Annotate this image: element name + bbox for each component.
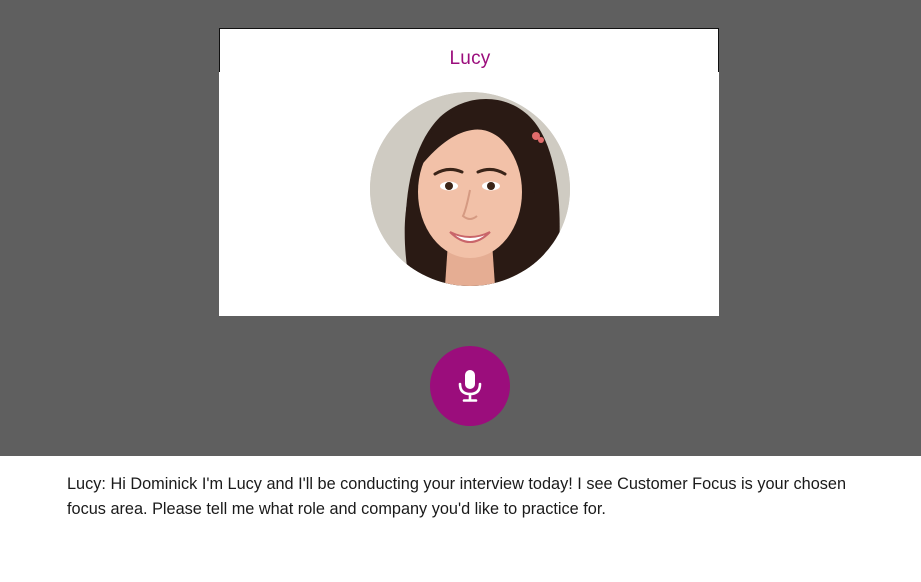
interviewer-avatar	[370, 92, 570, 286]
microphone-icon	[458, 370, 482, 402]
avatar-portrait	[370, 92, 570, 286]
transcript-speaker: Lucy:	[67, 475, 106, 493]
interviewer-card: Lucy	[219, 28, 719, 316]
transcript-text: Hi Dominick I'm Lucy and I'll be conduct…	[67, 475, 847, 518]
interviewer-name: Lucy	[449, 48, 491, 69]
video-stage: Lucy	[0, 0, 921, 456]
microphone-button[interactable]	[430, 346, 510, 426]
transcript-message: Lucy: Hi Dominick I'm Lucy and I'll be c…	[67, 472, 857, 522]
